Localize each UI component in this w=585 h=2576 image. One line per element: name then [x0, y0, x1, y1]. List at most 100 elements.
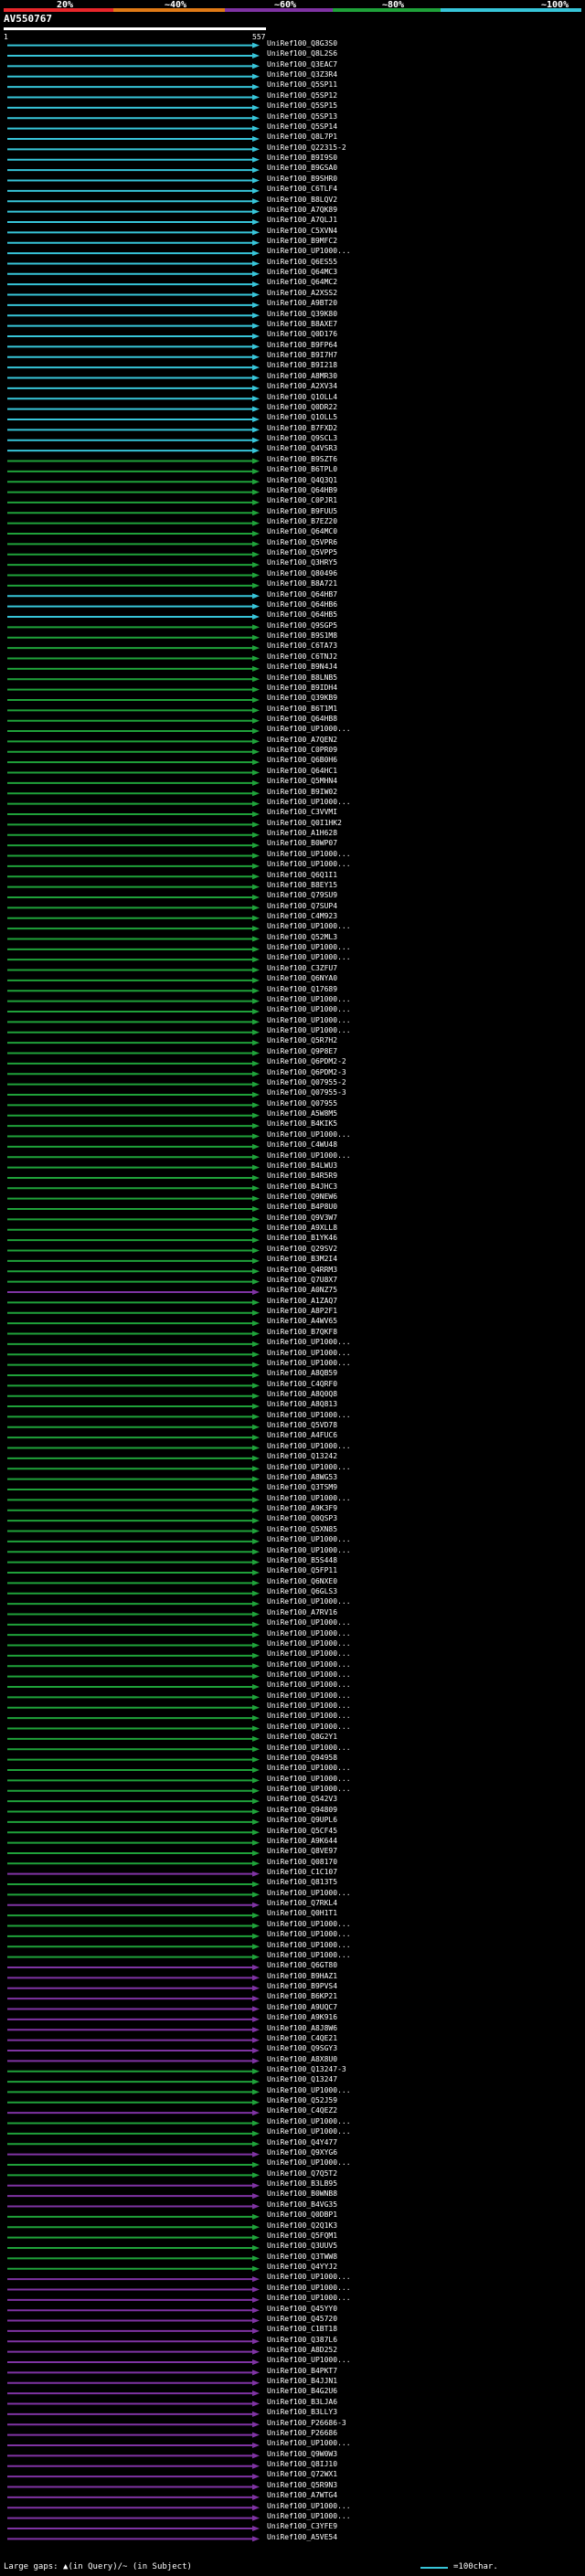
hit-label-link[interactable]: UniRef100_Q9XYG6: [267, 2148, 337, 2157]
hit-label-link[interactable]: UniRef100_Q7RKL4: [267, 1900, 337, 1907]
hit-label-link[interactable]: UniRef100_A8MR30: [267, 372, 337, 380]
hit-label-link[interactable]: UniRef100_B8EY15: [267, 881, 337, 889]
hit-label-link[interactable]: UniRef100_B1YK46: [267, 1235, 337, 1242]
hit-label-link[interactable]: UniRef100_Q4VSR3: [267, 445, 337, 452]
hit-label-link[interactable]: UniRef100_UP1000...: [267, 1775, 351, 1783]
hit-label-link[interactable]: UniRef100_Q0H1T1: [267, 1910, 337, 1917]
hit-label-link[interactable]: UniRef100_A4FUC6: [267, 1432, 337, 1439]
hit-label-link[interactable]: UniRef100_B6TPL0: [267, 466, 337, 473]
hit-label-link[interactable]: UniRef100_UP1000...: [267, 798, 351, 806]
hit-label-link[interactable]: UniRef100_UP1000...: [267, 2086, 351, 2094]
hit-label-link[interactable]: UniRef100_A1H628: [267, 830, 337, 837]
hit-label-link[interactable]: UniRef100_UP1000...: [267, 726, 351, 733]
hit-label-link[interactable]: UniRef100_C0PR09: [267, 747, 337, 754]
hit-label-link[interactable]: UniRef100_Q64MC0: [267, 528, 337, 535]
hit-label-link[interactable]: UniRef100_UP1000...: [267, 1339, 351, 1346]
hit-label-link[interactable]: UniRef100_A7RV16: [267, 1608, 337, 1617]
hit-label-link[interactable]: UniRef100_Q64HB8: [267, 716, 337, 723]
hit-label-link[interactable]: UniRef100_Q4YYJ2: [267, 2263, 337, 2271]
hit-label-link[interactable]: UniRef100_UP1000...: [267, 1151, 351, 1160]
hit-label-link[interactable]: UniRef100_Q9W0W3: [267, 2450, 337, 2458]
hit-label-link[interactable]: UniRef100_B9I218: [267, 362, 337, 369]
hit-label-link[interactable]: UniRef100_B9S1M8: [267, 632, 337, 640]
hit-label-link[interactable]: UniRef100_Q6ES55: [267, 258, 337, 266]
hit-label-link[interactable]: UniRef100_Q79SU9: [267, 892, 337, 899]
hit-label-link[interactable]: UniRef100_Q17689: [267, 985, 337, 993]
hit-label-link[interactable]: UniRef100_C6TA73: [267, 642, 337, 650]
hit-label-link[interactable]: UniRef100_Q542V3: [267, 1796, 337, 1803]
hit-label-link[interactable]: UniRef100_C6TNJ2: [267, 652, 337, 661]
hit-label-link[interactable]: UniRef100_B3LB95: [267, 2180, 337, 2188]
hit-label-link[interactable]: UniRef100_B0WNB8: [267, 2190, 337, 2198]
hit-label-link[interactable]: UniRef100_UP1000...: [267, 944, 351, 951]
hit-label-link[interactable]: UniRef100_Q5SP12: [267, 91, 337, 100]
hit-label-link[interactable]: UniRef100_Q07955-3: [267, 1089, 346, 1097]
hit-label-link[interactable]: UniRef100_B3M2I4: [267, 1256, 337, 1263]
hit-label-link[interactable]: UniRef100_Q07955: [267, 1099, 337, 1108]
hit-label-link[interactable]: UniRef100_B4KIK5: [267, 1120, 337, 1128]
hit-label-link[interactable]: UniRef100_Q07955-2: [267, 1078, 346, 1087]
hit-label-link[interactable]: UniRef100_P26686-3: [267, 2419, 346, 2427]
hit-label-link[interactable]: UniRef100_UP1000...: [267, 2159, 351, 2167]
hit-label-link[interactable]: UniRef100_Q52ML3: [267, 933, 337, 941]
hit-label-link[interactable]: UniRef100_Q7Q5T2: [267, 2169, 337, 2178]
hit-label-link[interactable]: UniRef100_B5S448: [267, 1556, 337, 1564]
hit-label-link[interactable]: UniRef100_A9UQC7: [267, 2003, 337, 2011]
hit-label-link[interactable]: UniRef100_B9FP64: [267, 341, 337, 349]
hit-label-link[interactable]: UniRef100_P26686: [267, 2429, 337, 2437]
hit-label-link[interactable]: UniRef100_A1ZAQ7: [267, 1297, 337, 1305]
hit-label-link[interactable]: UniRef100_Q9P8E7: [267, 1047, 337, 1055]
hit-label-link[interactable]: UniRef100_Q29SV2: [267, 1245, 337, 1253]
hit-label-link[interactable]: UniRef100_Q0DBP1: [267, 2211, 337, 2219]
hit-label-link[interactable]: UniRef100_Q9UPL6: [267, 1817, 337, 1824]
hit-label-link[interactable]: UniRef100_Q6PDM2-3: [267, 1068, 346, 1076]
hit-label-link[interactable]: UniRef100_A9K3F9: [267, 1505, 337, 1512]
hit-label-link[interactable]: UniRef100_C3ZFU7: [267, 964, 337, 972]
hit-label-link[interactable]: UniRef100_B6KP21: [267, 1993, 337, 2000]
hit-label-link[interactable]: UniRef100_B9PVS4: [267, 1983, 337, 1990]
hit-label-link[interactable]: UniRef100_UP1000...: [267, 1712, 351, 1720]
hit-label-link[interactable]: UniRef100_Q3EAC7: [267, 60, 337, 69]
hit-label-link[interactable]: UniRef100_Q0QSP3: [267, 1515, 337, 1522]
hit-label-link[interactable]: UniRef100_Q5VPR6: [267, 538, 337, 546]
hit-label-link[interactable]: UniRef100_Q5MHN4: [267, 778, 337, 785]
hit-label-link[interactable]: UniRef100_Q64HB5: [267, 611, 337, 619]
hit-label-link[interactable]: UniRef100_B4PKT7: [267, 2367, 337, 2375]
hit-label-link[interactable]: UniRef100_UP1000...: [267, 1359, 351, 1367]
hit-label-link[interactable]: UniRef100_A8QB59: [267, 1370, 337, 1377]
hit-label-link[interactable]: UniRef100_Q9NEW6: [267, 1193, 337, 1201]
hit-label-link[interactable]: UniRef100_UP1000...: [267, 850, 351, 858]
hit-label-link[interactable]: UniRef100_Q5R9N3: [267, 2481, 337, 2489]
hit-label-link[interactable]: UniRef100_Q45720: [267, 2315, 337, 2323]
hit-label-link[interactable]: UniRef100_UP1000...: [267, 2117, 351, 2125]
hit-label-link[interactable]: UniRef100_Q0I1HK2: [267, 819, 342, 827]
hit-label-link[interactable]: UniRef100_C4QRF0: [267, 1380, 337, 1388]
hit-label-link[interactable]: UniRef100_Q4RRM3: [267, 1266, 337, 1274]
hit-label-link[interactable]: UniRef100_A9XLL8: [267, 1224, 337, 1232]
hit-label-link[interactable]: UniRef100_Q9SCL3: [267, 435, 337, 442]
hit-label-link[interactable]: UniRef100_B4R5R9: [267, 1172, 337, 1180]
hit-label-link[interactable]: UniRef100_Q1OLL4: [267, 393, 337, 401]
hit-label-link[interactable]: UniRef100_Q6B0H6: [267, 757, 337, 764]
hit-label-link[interactable]: UniRef100_UP1000...: [267, 923, 351, 930]
hit-label-link[interactable]: UniRef100_UP1000...: [267, 1536, 351, 1543]
hit-label-link[interactable]: UniRef100_Q45YY0: [267, 2305, 337, 2313]
hit-label-link[interactable]: UniRef100_Q9V3W7: [267, 1214, 337, 1222]
hit-label-link[interactable]: UniRef100_A8D252: [267, 2346, 337, 2354]
hit-label-link[interactable]: UniRef100_B9MFC2: [267, 238, 337, 245]
hit-label-link[interactable]: UniRef100_Q80496: [267, 569, 337, 578]
hit-label-link[interactable]: UniRef100_UP1000...: [267, 1681, 351, 1689]
hit-label-link[interactable]: UniRef100_B9IW02: [267, 788, 337, 796]
hit-label-link[interactable]: UniRef100_UP1000...: [267, 1006, 351, 1013]
hit-label-link[interactable]: UniRef100_UP1000...: [267, 2512, 351, 2520]
hit-label-link[interactable]: UniRef100_C5XVN4: [267, 227, 337, 235]
hit-label-link[interactable]: UniRef100_C6TLF4: [267, 186, 337, 193]
hit-label-link[interactable]: UniRef100_Q5VPP5: [267, 549, 337, 557]
hit-label-link[interactable]: UniRef100_UP1000...: [267, 2295, 351, 2302]
hit-label-link[interactable]: UniRef100_A8Q813: [267, 1401, 337, 1408]
hit-label-link[interactable]: UniRef100_Q3Z3R4: [267, 71, 337, 79]
hit-label-link[interactable]: UniRef100_C1BT18: [267, 2326, 337, 2333]
hit-label-link[interactable]: UniRef100_C3YFE9: [267, 2523, 337, 2530]
hit-label-link[interactable]: UniRef100_Q52J59: [267, 2097, 337, 2104]
hit-label-link[interactable]: UniRef100_Q6Q1I1: [267, 871, 337, 879]
